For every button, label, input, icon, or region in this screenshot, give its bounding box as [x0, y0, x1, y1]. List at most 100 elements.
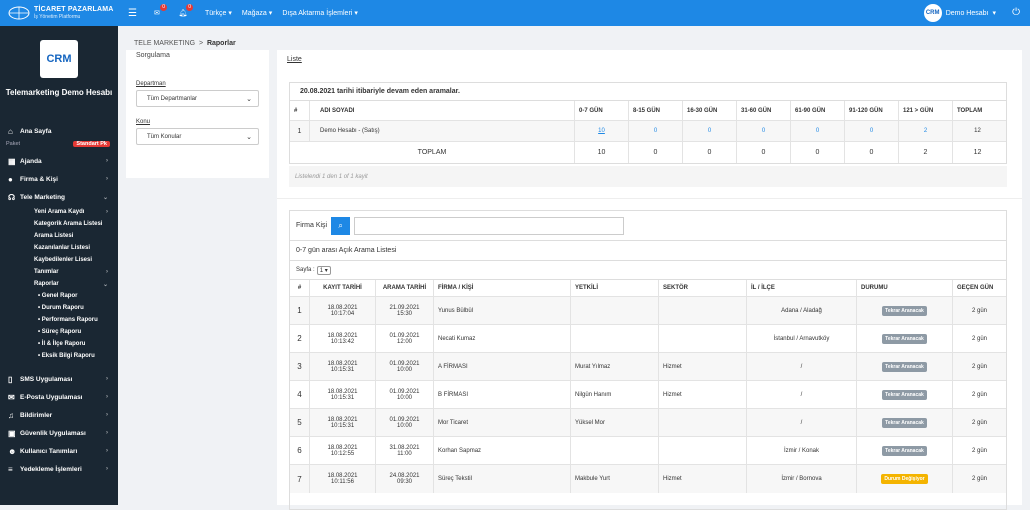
topic-label: Konu: [136, 119, 151, 125]
search-input[interactable]: [354, 216, 625, 235]
globe-logo-icon: [8, 6, 30, 20]
sidebar-brand: CRM Telemarketing Demo Hesabı: [0, 26, 118, 122]
sidebar-report-process[interactable]: • Süreç Raporu: [0, 326, 118, 338]
status-badge: Tekrar Aranacak: [882, 417, 927, 428]
power-icon[interactable]: ⏻: [1012, 7, 1020, 18]
bucket-link[interactable]: 0: [816, 128, 819, 134]
filter-heading: Sorgulama: [136, 52, 170, 59]
divider: [277, 198, 1022, 199]
breadcrumb-parent[interactable]: TELE MARKETING: [134, 40, 195, 47]
sidebar-item-home[interactable]: ⌂ Ana Sayfa: [0, 122, 118, 140]
province-district: İzmir / Konak: [783, 447, 819, 454]
row-number: 2: [297, 334, 302, 343]
call-date: 01.09.2021 10:00: [389, 360, 420, 373]
chevron-right-icon: ›: [106, 394, 108, 400]
status-badge: Tekrar Aranacak: [882, 445, 927, 456]
sidebar-sub-new-call[interactable]: Yeni Arama Kaydı ›: [0, 206, 118, 218]
sector: Hizmet: [663, 363, 682, 370]
caret-down-icon: ▾: [228, 10, 232, 17]
list-link[interactable]: Liste: [287, 56, 302, 63]
firm-name[interactable]: Necati Kumaz: [438, 336, 475, 342]
sidebar-item-agenda[interactable]: ▦ Ajanda ›: [0, 152, 118, 170]
chevron-right-icon: ›: [106, 376, 108, 382]
sidebar-item-firm[interactable]: ● Firma & Kişi ›: [0, 170, 118, 188]
sidebar-item-sms[interactable]: ▯ SMS Uygulaması ›: [0, 370, 118, 388]
firm-name[interactable]: Korhan Sapmaz: [438, 448, 481, 454]
hamburger-icon[interactable]: ☰: [128, 8, 137, 19]
search-bar: Firma Kişi ⌕: [290, 211, 1006, 241]
sidebar-sub-categorical[interactable]: Kategorik Arama Listesi: [0, 218, 118, 230]
page-select[interactable]: 1 ▾: [316, 265, 331, 275]
table-row[interactable]: 3 18.08.2021 10:15:31 01.09.2021 10:00 A FİRM…: [290, 353, 1006, 381]
sidebar-report-status[interactable]: • Durum Raporu: [0, 302, 118, 314]
calendar-icon: ▦: [8, 156, 16, 166]
chevron-down-icon: ⌄: [102, 194, 108, 201]
bucket-link[interactable]: 10: [598, 128, 605, 134]
row-number: 3: [297, 362, 302, 371]
table-row[interactable]: 1 18.08.2021 10:17:04 21.09.2021 15:30 Yunus …: [290, 297, 1006, 325]
user-name: Demo Hesabı: [945, 9, 989, 17]
department-label: Departman: [136, 81, 166, 87]
messages-button[interactable]: ✉ 0: [151, 4, 167, 19]
call-table-body: 1 18.08.2021 10:17:04 21.09.2021 15:30 Yunus …: [290, 297, 1006, 493]
sector: Hizmet: [663, 476, 682, 482]
search-button[interactable]: ⌕: [331, 216, 351, 235]
breadcrumb: TELE MARKETING > Raporlar: [134, 40, 236, 47]
sidebar-item-telemarketing[interactable]: ☊ Tele Marketing ⌄: [0, 188, 118, 206]
user-menu[interactable]: CRM Demo Hesabı ▾: [923, 4, 996, 22]
language-menu[interactable]: Türkçe ▾: [205, 9, 232, 18]
firm-name[interactable]: B FİRMASI: [438, 392, 468, 398]
elapsed-days: 2 gün: [971, 307, 987, 314]
sidebar-report-province[interactable]: • İl & İlçe Raporu: [0, 338, 118, 350]
firm-name[interactable]: Mor Ticaret: [438, 420, 468, 426]
call-date: 01.09.2021 12:00: [389, 332, 420, 345]
record-date: 18.08.2021 10:15:31: [327, 416, 358, 429]
table-row[interactable]: 7 18.08.2021 10:11:56 24.08.2021 09:30 Süreç …: [290, 465, 1006, 493]
sidebar-item-email[interactable]: ✉ E-Posta Uygulaması ›: [0, 388, 118, 406]
chevron-right-icon: ›: [106, 158, 108, 164]
table-row[interactable]: 2 18.08.2021 10:13:42 01.09.2021 12:00 Necati…: [290, 325, 1006, 353]
package-row: Paket Standart Pk: [0, 140, 118, 148]
summary-data-row: 1 Demo Hesabı - (Satış) 10 0 0 0 0 0 2 1…: [290, 121, 1006, 142]
table-row[interactable]: 5 18.08.2021 10:15:31 01.09.2021 10:00 Mor Ti…: [290, 409, 1006, 437]
sidebar-item-backup[interactable]: ≡ Yedekleme İşlemleri ›: [0, 460, 118, 478]
sidebar-report-missing[interactable]: • Eksik Bilgi Raporu: [0, 350, 118, 362]
summary-caption: 20.08.2021 tarihi itibariyle devam eden …: [290, 83, 1006, 101]
export-menu[interactable]: Dışa Aktarma İşlemleri ▾: [282, 9, 358, 18]
sidebar-item-users[interactable]: ☻ Kullanıcı Tanımları ›: [0, 442, 118, 460]
brand-logo[interactable]: TİCARET PAZARLAMA İş Yönetim Platformu: [0, 0, 118, 26]
sidebar-item-notifications[interactable]: ♫ Bildirimler ›: [0, 406, 118, 424]
chevron-right-icon: ›: [106, 412, 108, 418]
sidebar-sub-reports[interactable]: Raporlar ⌄: [0, 278, 118, 290]
summary-table: 20.08.2021 tarihi itibariyle devam eden …: [289, 82, 1007, 164]
company-logo: CRM: [40, 40, 78, 78]
summary-header-row: # ADI SOYADI 0-7 GÜN 8-15 GÜN 16-30 GÜN …: [290, 101, 1006, 121]
elapsed-days: 2 gün: [971, 335, 987, 342]
notifications-button[interactable]: 🔔︎ 0: [177, 4, 193, 19]
sidebar-report-performance[interactable]: • Performans Raporu: [0, 314, 118, 326]
department-select[interactable]: Tüm Departmanlar ⌄: [136, 90, 259, 107]
store-menu[interactable]: Mağaza ▾: [242, 9, 272, 18]
sidebar-sub-definitions[interactable]: Tanımlar ›: [0, 266, 118, 278]
sidebar-sub-call-list[interactable]: Arama Listesi: [0, 230, 118, 242]
topic-select[interactable]: Tüm Konular ⌄: [136, 128, 259, 145]
bucket-link[interactable]: 0: [708, 128, 711, 134]
sidebar-item-security[interactable]: ▣ Güvenlik Uygulaması ›: [0, 424, 118, 442]
sidebar-report-general[interactable]: • Genel Rapor: [0, 290, 118, 302]
sidebar-sub-won[interactable]: Kazanılanlar Listesi: [0, 242, 118, 254]
chevron-down-icon: ⌄: [102, 281, 108, 288]
bucket-link[interactable]: 2: [924, 128, 927, 134]
row-number: 6: [297, 446, 302, 455]
bucket-link[interactable]: 0: [762, 128, 765, 134]
table-row[interactable]: 4 18.08.2021 10:15:31 01.09.2021 10:00 B FİRM…: [290, 381, 1006, 409]
sidebar-sub-lost[interactable]: Kaybedilenler Lisesi: [0, 254, 118, 266]
firm-name[interactable]: Yunus Bülbül: [438, 308, 473, 314]
bucket-link[interactable]: 0: [654, 128, 657, 134]
table-row[interactable]: 6 18.08.2021 10:12:55 31.08.2021 11:00 Korhan…: [290, 437, 1006, 465]
elapsed-days: 2 gün: [971, 447, 987, 454]
chevron-right-icon: ›: [106, 176, 108, 182]
bucket-link[interactable]: 0: [870, 128, 873, 134]
call-date: 01.09.2021 10:00: [389, 388, 420, 401]
firm-name[interactable]: A FİRMASI: [438, 364, 468, 370]
firm-name[interactable]: Süreç Tekstil: [438, 476, 472, 482]
